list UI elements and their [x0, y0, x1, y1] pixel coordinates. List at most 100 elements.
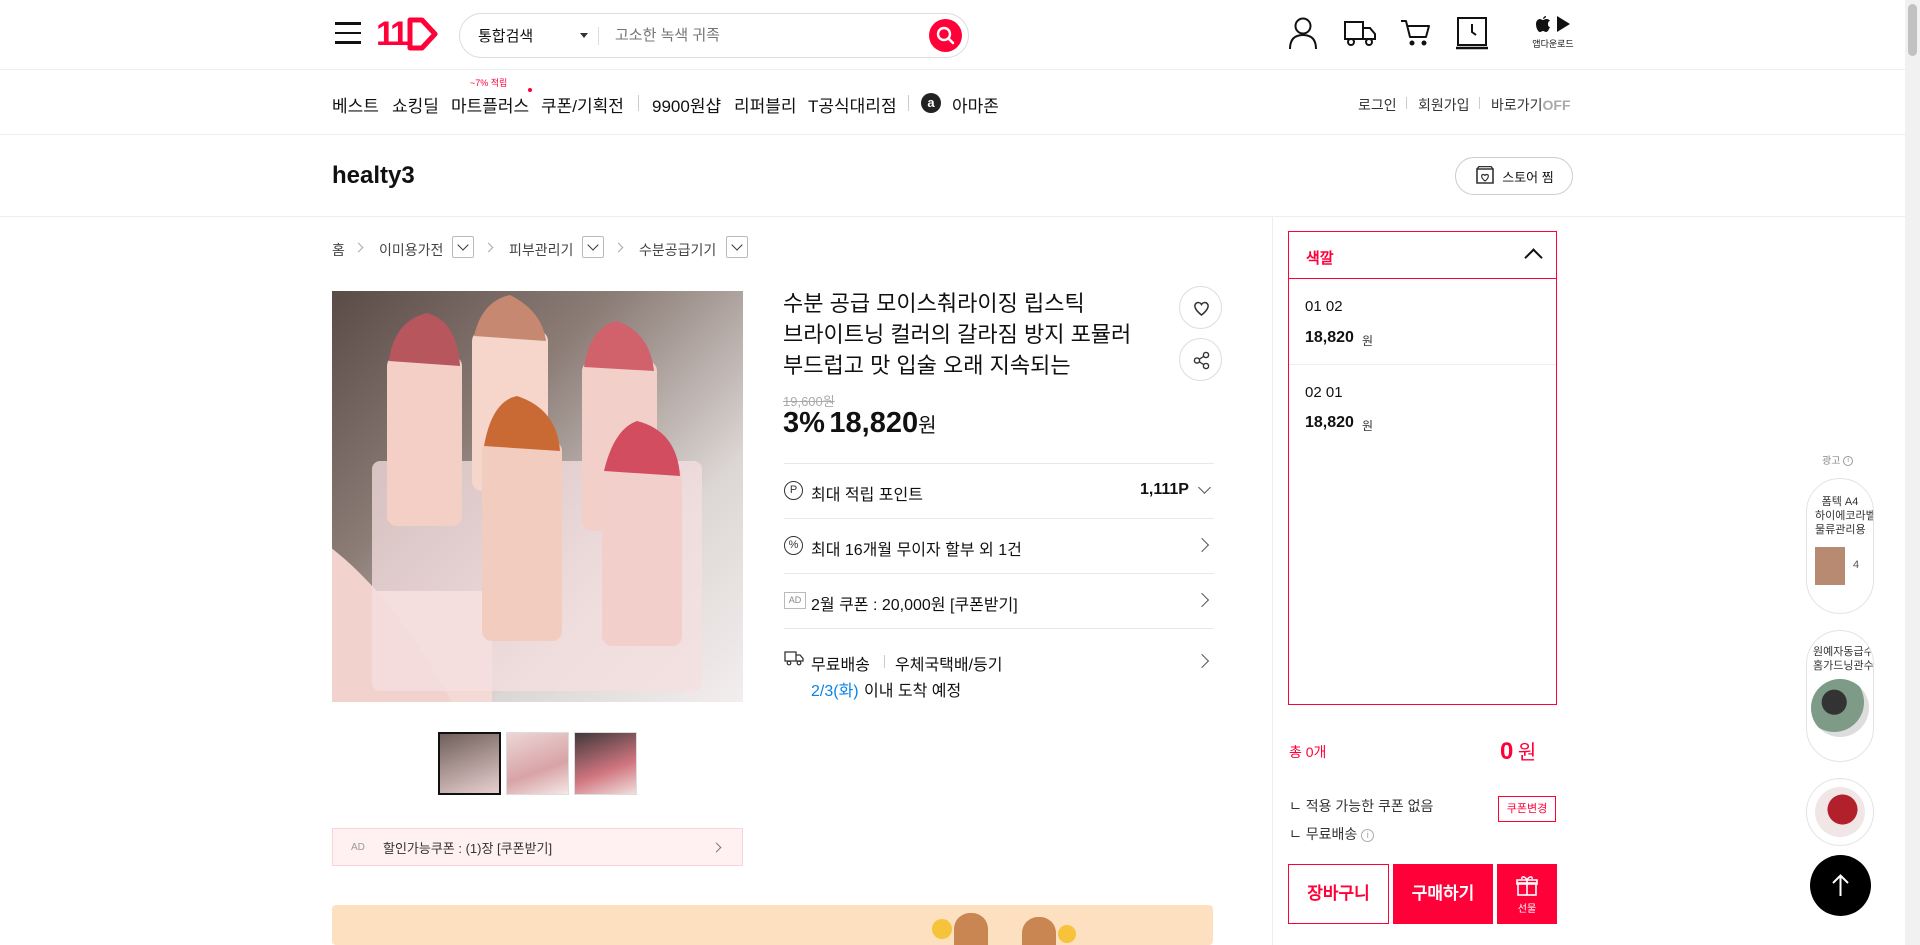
search-button[interactable] [929, 19, 962, 52]
free-shipping-text: 무료배송 [1305, 826, 1358, 842]
recent-view-button[interactable] [1456, 16, 1488, 50]
sale-price-unit: 원 [918, 415, 937, 437]
logo[interactable]: 11 [376, 14, 438, 54]
gnb-amazon[interactable]: 아마존 [952, 92, 999, 117]
horse-icon [1022, 917, 1056, 945]
shipping-method: 우체국택배/등기 [895, 657, 1003, 674]
add-to-cart-button[interactable]: 장바구니 [1288, 864, 1389, 924]
horse-icon [954, 913, 988, 945]
sale-price-block: 3% 18,820원 [783, 407, 936, 440]
my-page-button[interactable] [1288, 16, 1318, 50]
breadcrumb-cat1[interactable]: 이미용가전 [379, 240, 443, 260]
buy-now-label: 구매하기 [1411, 884, 1475, 903]
option-header-label: 색깔 [1306, 250, 1334, 267]
side-ad-2-image [1811, 679, 1869, 737]
discount-coupon-text: 할인가능쿠폰 : (1)장 [쿠폰받기] [383, 840, 553, 856]
free-shipping-note: ㄴ 무료배송 i [1289, 824, 1375, 844]
option-price-unit: 원 [1362, 334, 1374, 348]
info-icon[interactable]: i [1361, 828, 1375, 842]
option-panel-divider [1272, 217, 1273, 945]
shipping-divider [884, 655, 885, 668]
points-row[interactable]: P 최대 적립 포인트 1,111P [784, 463, 1214, 518]
product-main-image[interactable] [332, 291, 743, 702]
search-scope-select[interactable]: 통합검색 [478, 14, 608, 57]
chevron-down-icon [731, 239, 743, 251]
share-button[interactable] [1179, 338, 1222, 381]
option-name: 02 01 [1305, 384, 1343, 401]
breadcrumb-cat3[interactable]: 수분공급기기 [639, 240, 716, 260]
coupon-change-button[interactable]: 쿠폰변경 [1498, 796, 1556, 822]
coupon-row[interactable]: AD 2월 쿠폰 : 20,000원 [쿠폰받기] [784, 573, 1214, 628]
breadcrumb-cat1-dropdown[interactable] [452, 236, 474, 258]
search-input[interactable] [615, 22, 885, 49]
gnb-t-official[interactable]: T공식대리점 [808, 92, 897, 117]
gnb-best[interactable]: 베스트 [332, 92, 379, 117]
breadcrumb-cat3-dropdown[interactable] [726, 236, 748, 258]
breadcrumb-cat2-dropdown[interactable] [582, 236, 604, 258]
scrollbar-track[interactable] [1905, 0, 1920, 945]
option-price: 18,820 [1305, 414, 1354, 431]
coin-icon [932, 919, 952, 939]
scroll-top-button[interactable] [1810, 855, 1871, 916]
gnb-shocking-deal[interactable]: 쇼킹딜 [392, 92, 439, 117]
app-download-button[interactable]: 앱다운로드 [1528, 15, 1578, 50]
chevron-up-icon [1524, 248, 1543, 267]
installment-row[interactable]: % 최대 16개월 무이자 할부 외 1건 [784, 518, 1214, 573]
wishlist-button[interactable] [1179, 286, 1222, 329]
side-ad-2[interactable]: 원예자동급수기 홈가드닝관수장 [1806, 630, 1874, 762]
point-icon: P [784, 481, 803, 500]
option-header[interactable]: 색깔 [1289, 232, 1556, 279]
side-ad-3-image [1815, 787, 1865, 837]
option-item[interactable]: 01 02 18,820 원 [1289, 280, 1556, 365]
thumbnail-1[interactable] [438, 732, 501, 795]
buy-now-button[interactable]: 구매하기 [1393, 864, 1493, 924]
product-title: 수분 공급 모이스춰라이징 립스틱 브라이트닝 컬러의 갈라짐 방지 포뮬러 부… [783, 291, 1132, 378]
menu-icon[interactable] [335, 22, 361, 44]
delivery-button[interactable] [1343, 18, 1377, 48]
side-ad-1-count: 4 [1853, 559, 1860, 571]
gnb-9900[interactable]: 9900원샵 [652, 92, 721, 117]
breadcrumb-sep-icon [353, 242, 364, 253]
search-divider [598, 27, 599, 45]
scrollbar-thumb[interactable] [1908, 4, 1917, 56]
gnb-coupon[interactable]: 쿠폰/기획전 [541, 92, 624, 117]
chevron-down-icon [457, 239, 469, 251]
breadcrumb-home[interactable]: 홈 [332, 240, 345, 260]
coupon-text: 2월 쿠폰 : 20,000원 [쿠폰받기] [811, 597, 1018, 614]
breadcrumb-cat2[interactable]: 피부관리기 [509, 240, 573, 260]
option-item[interactable]: 02 01 18,820 원 [1289, 366, 1556, 451]
user-icon [1289, 17, 1317, 50]
thumbnail-2[interactable] [506, 732, 569, 795]
gnb-refurbly[interactable]: 리퍼블리 [734, 92, 797, 117]
discount-coupon-banner[interactable]: AD 할인가능쿠폰 : (1)장 [쿠폰받기] [332, 828, 743, 866]
new-dot [528, 88, 532, 92]
search-icon [936, 26, 955, 45]
gift-button[interactable]: 선물 [1497, 864, 1557, 924]
side-ad-3[interactable] [1806, 778, 1874, 846]
chevron-down-icon [587, 239, 599, 251]
heart-icon [1194, 301, 1209, 316]
cart-button[interactable] [1400, 18, 1432, 48]
chevron-right-icon [1194, 653, 1210, 669]
store-name[interactable]: healty3 [332, 162, 415, 190]
join-link[interactable]: 회원가입 [1418, 95, 1470, 115]
search-box: 통합검색 [459, 13, 969, 58]
sale-price: 18,820 [829, 407, 919, 439]
breadcrumb-sep-icon [483, 242, 494, 253]
ad-badge: AD [784, 592, 806, 609]
promo-banner[interactable] [332, 905, 1213, 945]
option-name: 01 02 [1305, 298, 1343, 315]
store-follow-button[interactable]: 스토어 찜 [1455, 157, 1573, 195]
share-icon [1193, 351, 1210, 370]
side-ad-1[interactable]: 폼텍 A4 하이에코라벨 물류관리용 4 [1806, 478, 1874, 614]
mart-badge: ~7% 적립 [470, 78, 508, 88]
shipping-row[interactable]: 무료배송 우체국택배/등기 2/3(화) 이내 도착 예정 [784, 628, 1214, 700]
caret-down-icon [580, 33, 588, 38]
gnb-mart-plus[interactable]: 마트플러스 [451, 92, 529, 117]
login-link[interactable]: 로그인 [1358, 95, 1397, 115]
shortcut-toggle[interactable]: 바로가기OFF [1491, 95, 1571, 115]
cart-icon [1401, 20, 1430, 46]
thumbnail-3[interactable] [574, 732, 637, 795]
shortcut-label: 바로가기 [1491, 97, 1543, 113]
store-bar [0, 135, 1920, 217]
